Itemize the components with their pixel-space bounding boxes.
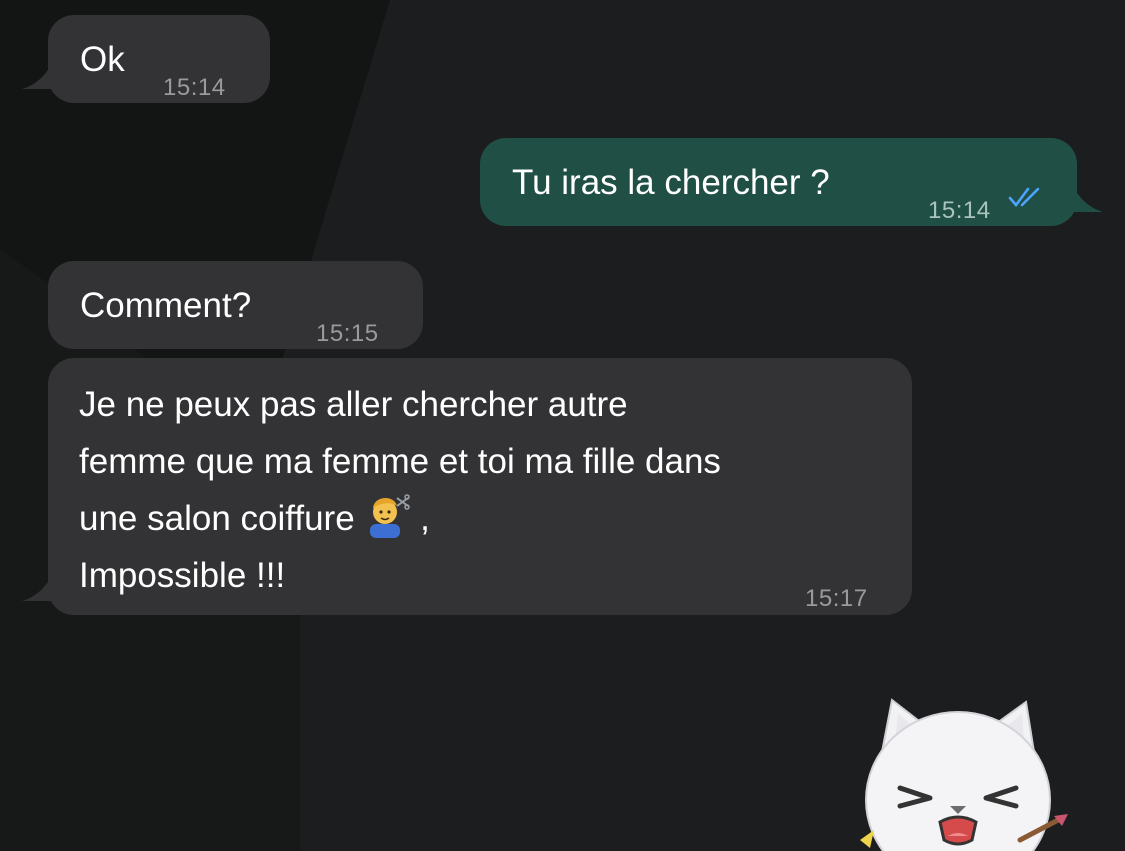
incoming-message-bubble[interactable]: Je ne peux pas aller chercher autre femm… [22,358,912,615]
message-line: une salon coiffure [79,499,355,538]
bubble-tail [1073,186,1103,212]
incoming-message-bubble[interactable]: Comment? 15:15 [48,261,423,349]
double-check-icon [1008,187,1040,208]
message-time: 15:17 [805,585,868,612]
message-line: Je ne peux pas aller chercher autre [79,385,628,424]
haircut-man-emoji [370,494,411,538]
message-line: , [420,499,430,538]
incoming-message-bubble[interactable]: Ok 15:14 [22,15,270,103]
message-text: Ok [80,40,125,79]
message-text: Tu iras la chercher ? [512,163,830,202]
outgoing-message-bubble[interactable]: Tu iras la chercher ? 15:14 [480,138,1103,226]
bubble-tail [22,63,52,89]
message-time: 15:15 [316,320,379,347]
message-text: Comment? [80,286,252,325]
message-line: femme que ma femme et toi ma fille dans [79,442,721,481]
message-line: Impossible !!! [79,556,286,595]
bubble-tail [22,575,52,601]
message-time: 15:14 [928,197,991,224]
message-time: 15:14 [163,74,226,101]
message-line-with-emoji: une salon coiffure , [79,490,430,547]
cat-sticker[interactable] [840,690,1075,851]
